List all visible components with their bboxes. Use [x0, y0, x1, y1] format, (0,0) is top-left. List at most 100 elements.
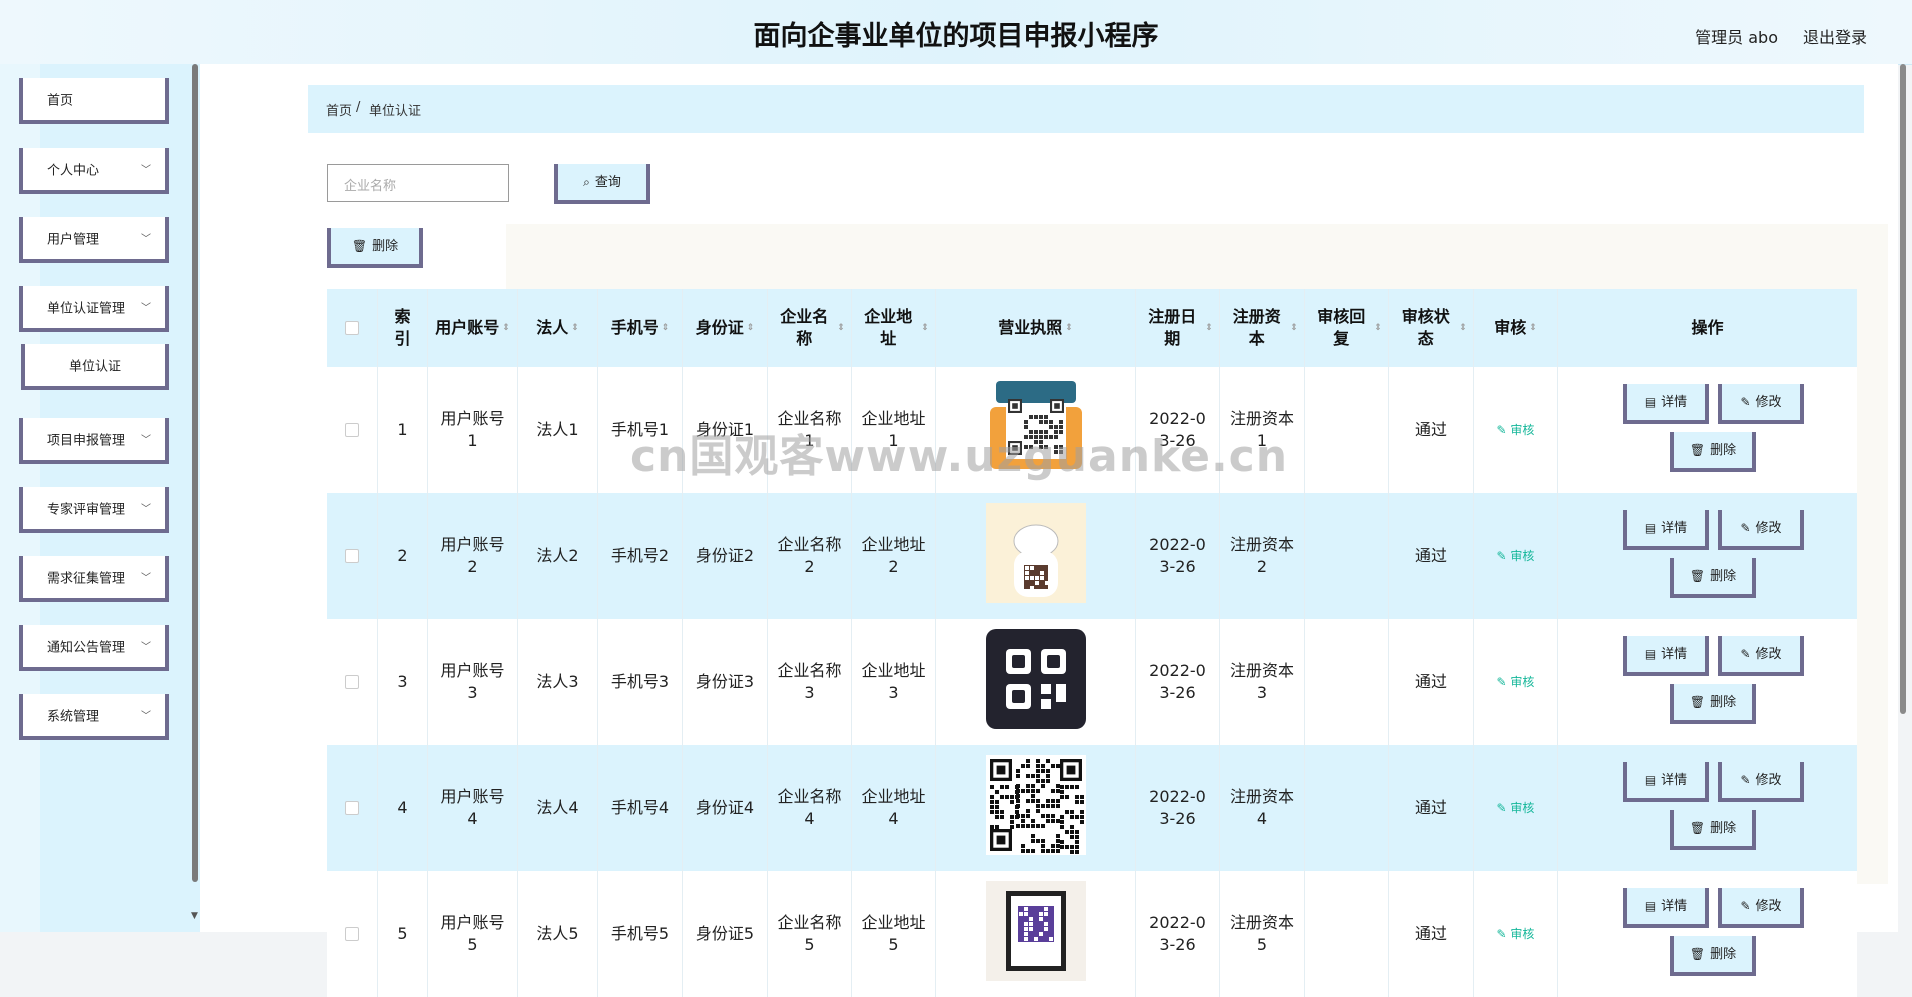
sidebar-item-notice-mgmt[interactable]: 通知公告管理 ﹀	[19, 625, 169, 671]
column-header[interactable]: 审核回复 ⇕	[1304, 289, 1388, 367]
edit-button-label: 修改	[1755, 395, 1782, 410]
row-checkbox[interactable]	[345, 675, 359, 689]
edit-button[interactable]: ✎ 修改	[1718, 636, 1804, 676]
company-name-search-input[interactable]: 企业名称	[327, 164, 509, 202]
column-header[interactable]: 企业名称 ⇕	[767, 289, 851, 367]
sort-icon[interactable]: ⇕	[502, 317, 510, 339]
row-delete-button[interactable]: 🗑 删除	[1670, 810, 1756, 850]
column-header[interactable]: 手机号 ⇕	[597, 289, 682, 367]
sort-icon[interactable]: ⇕	[921, 317, 929, 339]
audit-link[interactable]: ✎ 审核	[1497, 923, 1535, 945]
cell-address: 企业地址4	[851, 745, 935, 871]
sort-icon[interactable]: ⇕	[571, 317, 579, 339]
sort-icon[interactable]: ⇕	[1459, 317, 1467, 339]
sort-icon[interactable]: ⇕	[662, 317, 670, 339]
cell-account: 用户账号4	[427, 745, 517, 871]
sidebar-item-project-mgmt[interactable]: 项目申报管理 ﹀	[19, 418, 169, 464]
scroll-down-arrow-icon[interactable]: ▼	[191, 911, 198, 921]
sort-icon[interactable]: ⇕	[1529, 317, 1537, 339]
cell-index: 2	[377, 493, 427, 619]
column-header-label: 手机号	[610, 318, 659, 337]
audit-link[interactable]: ✎ 审核	[1497, 545, 1535, 567]
sort-icon[interactable]: ⇕	[837, 317, 845, 339]
chevron-down-icon: ﹀	[141, 302, 151, 314]
cell-actions: ▤ 详情 ✎ 修改 🗑 删除	[1557, 871, 1857, 997]
edit-button[interactable]: ✎ 修改	[1718, 510, 1804, 550]
sidebar-item-personal[interactable]: 个人中心 ﹀	[19, 148, 169, 194]
detail-button[interactable]: ▤ 详情	[1623, 384, 1709, 424]
license-image[interactable]	[985, 629, 1086, 735]
breadcrumb-home[interactable]: 首页	[326, 100, 352, 119]
row-checkbox[interactable]	[345, 927, 359, 941]
detail-button[interactable]: ▤ 详情	[1623, 510, 1709, 550]
sidebar-item-unit-cert-mgmt[interactable]: 单位认证管理 ﹀	[19, 286, 169, 332]
sort-icon[interactable]: ⇕	[1205, 317, 1213, 339]
trash-icon: 🗑	[1689, 821, 1706, 835]
row-select-cell	[327, 619, 377, 745]
column-header[interactable]: 注册日期 ⇕	[1135, 289, 1219, 367]
audit-link[interactable]: ✎ 审核	[1497, 671, 1535, 693]
select-all-checkbox[interactable]	[345, 321, 359, 335]
cell-audit: ✎ 审核	[1473, 619, 1557, 745]
pencil-icon: ✎	[1496, 675, 1511, 689]
row-checkbox[interactable]	[345, 423, 359, 437]
row-delete-button[interactable]: 🗑 删除	[1670, 558, 1756, 598]
sort-icon[interactable]: ⇕	[1290, 317, 1298, 339]
column-header[interactable]: 法人 ⇕	[517, 289, 597, 367]
sidebar-item-expert-review[interactable]: 专家评审管理 ﹀	[19, 487, 169, 533]
column-header[interactable]: 营业执照 ⇕	[935, 289, 1135, 367]
cell-text: 3	[397, 672, 408, 691]
detail-button-label: 详情	[1661, 521, 1688, 536]
row-delete-button[interactable]: 🗑 删除	[1670, 684, 1756, 724]
cell-company: 企业名称5	[767, 871, 851, 997]
edit-button-label: 修改	[1755, 647, 1782, 662]
edit-button[interactable]: ✎ 修改	[1718, 384, 1804, 424]
table-row: 2 用户账号2 法人2 手机号2 身份证2 企业名称2 企业地址2 2022-03-26 注册资…	[327, 493, 1857, 619]
detail-button[interactable]: ▤ 详情	[1623, 762, 1709, 802]
cell-text: 企业名称3	[777, 661, 842, 702]
search-button[interactable]: ⌕ 查询	[554, 164, 650, 204]
row-checkbox[interactable]	[345, 801, 359, 815]
cell-date: 2022-03-26	[1135, 619, 1219, 745]
license-image[interactable]	[985, 881, 1086, 987]
sort-icon[interactable]: ⇕	[1065, 317, 1073, 339]
audit-link[interactable]: ✎ 审核	[1497, 419, 1535, 441]
cell-text: 身份证3	[695, 672, 755, 691]
logout-link[interactable]: 退出登录	[1803, 24, 1867, 48]
column-header[interactable]: 审核状态 ⇕	[1388, 289, 1473, 367]
sort-icon[interactable]: ⇕	[747, 317, 755, 339]
column-header[interactable]: 用户账号 ⇕	[427, 289, 517, 367]
column-header[interactable]: 注册资本 ⇕	[1219, 289, 1304, 367]
license-image[interactable]	[985, 503, 1086, 609]
page-scrollbar[interactable]	[1900, 64, 1906, 714]
edit-button[interactable]: ✎ 修改	[1718, 762, 1804, 802]
row-delete-button[interactable]: 🗑 删除	[1670, 936, 1756, 976]
sidebar-item-home[interactable]: 首页	[19, 78, 169, 124]
sort-icon[interactable]: ⇕	[1374, 317, 1382, 339]
sidebar-item-users[interactable]: 用户管理 ﹀	[19, 217, 169, 263]
column-header-label: 注册资本	[1232, 307, 1281, 348]
cell-text: 注册资本5	[1229, 913, 1294, 954]
sidebar-item-unit-cert[interactable]: 单位认证	[21, 344, 169, 390]
row-delete-button[interactable]: 🗑 删除	[1670, 432, 1756, 472]
cell-actions: ▤ 详情 ✎ 修改 🗑 删除	[1557, 493, 1857, 619]
column-header[interactable]: 审核 ⇕	[1473, 289, 1557, 367]
audit-link-label: 审核	[1510, 801, 1535, 815]
sidebar-item-system-mgmt[interactable]: 系统管理 ﹀	[19, 694, 169, 740]
detail-button[interactable]: ▤ 详情	[1623, 636, 1709, 676]
cell-text: 通过	[1414, 420, 1447, 439]
column-header[interactable]: 身份证 ⇕	[682, 289, 767, 367]
cell-status: 通过	[1388, 745, 1473, 871]
detail-button[interactable]: ▤ 详情	[1623, 888, 1709, 928]
batch-delete-button[interactable]: 🗑 删除	[327, 228, 423, 268]
edit-button[interactable]: ✎ 修改	[1718, 888, 1804, 928]
audit-link[interactable]: ✎ 审核	[1497, 797, 1535, 819]
column-header[interactable]: 企业地址 ⇕	[851, 289, 935, 367]
license-image[interactable]	[985, 755, 1086, 861]
cell-text: 手机号4	[610, 798, 670, 817]
sidebar-item-demand-mgmt[interactable]: 需求征集管理 ﹀	[19, 556, 169, 602]
cell-text: 通过	[1414, 672, 1447, 691]
row-checkbox[interactable]	[345, 549, 359, 563]
sidebar-scrollbar[interactable]	[192, 64, 198, 882]
table-row: 4 用户账号4 法人4 手机号4 身份证4 企业名称4 企业地址4 2022-03-26 注册资…	[327, 745, 1857, 871]
